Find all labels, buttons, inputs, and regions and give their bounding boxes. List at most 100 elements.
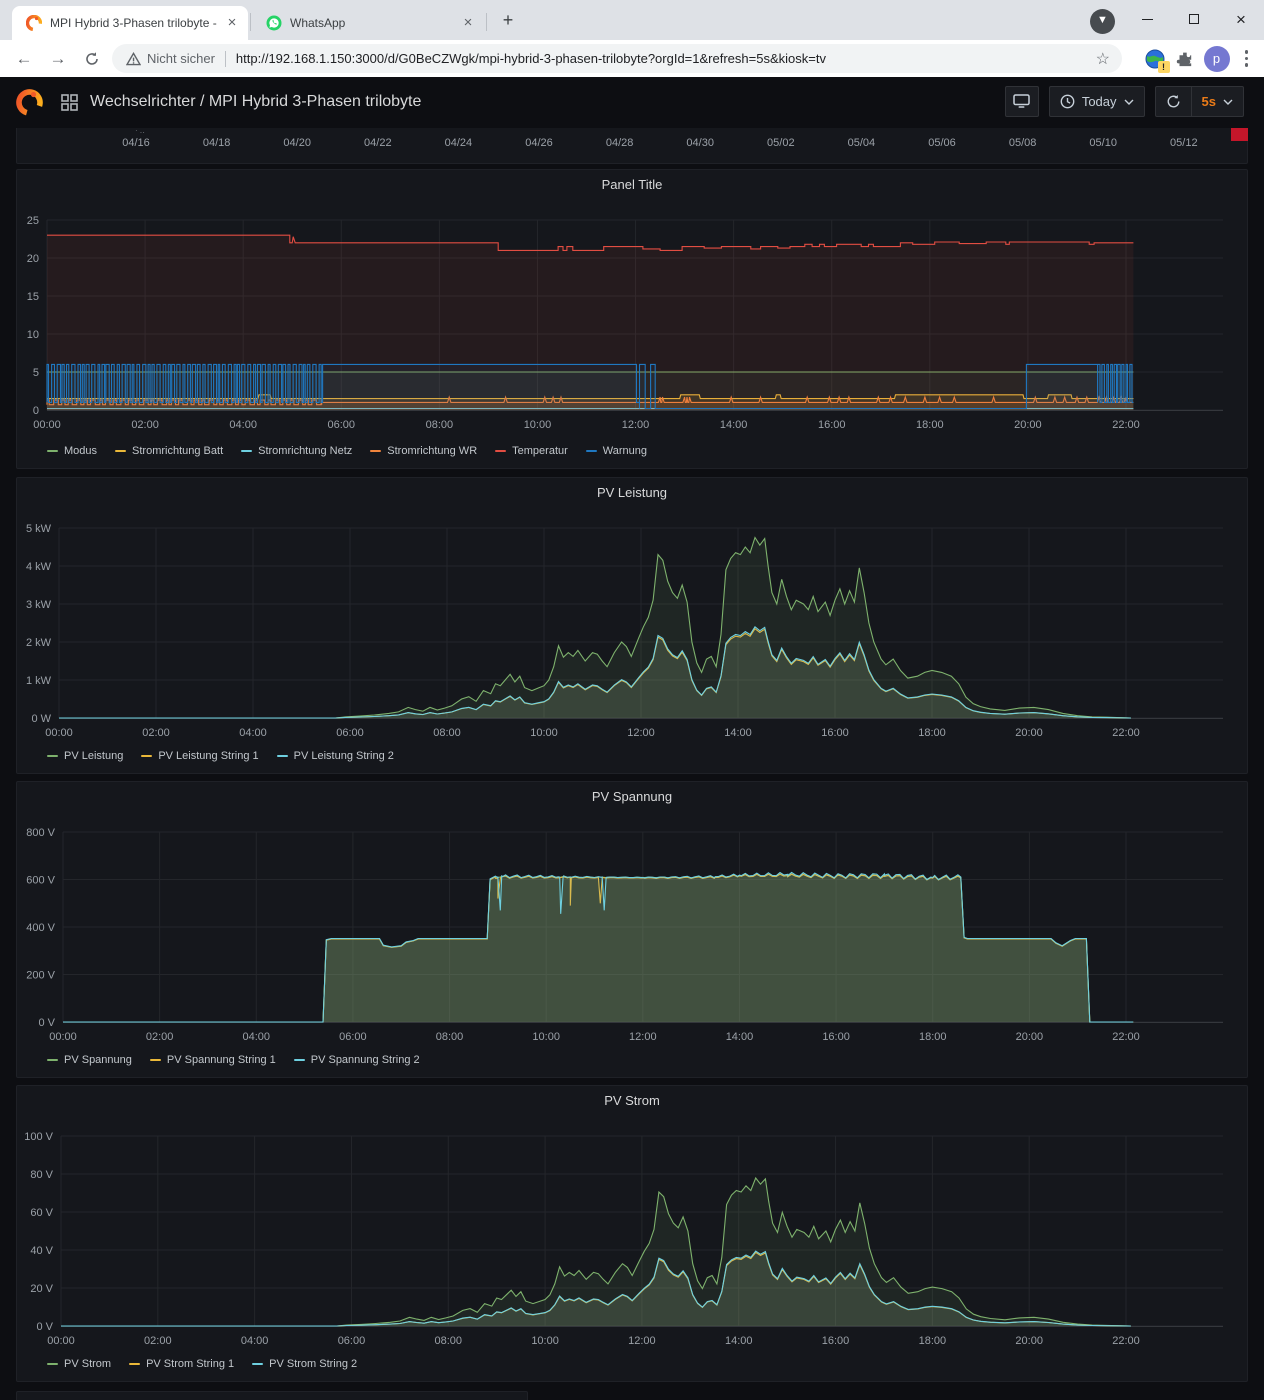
legend-label: Stromrichtung Batt xyxy=(132,445,223,457)
legend-swatch xyxy=(277,755,288,757)
x-axis-tick-label: 18:00 xyxy=(919,1031,947,1043)
partial-panel-below xyxy=(16,1391,528,1400)
tab-grafana[interactable]: MPI Hybrid 3-Phasen trilobyte - C × xyxy=(12,6,248,40)
x-axis-tick-label: 16:00 xyxy=(822,1031,850,1043)
chart-legend: Modus Stromrichtung Batt Stromrichtung Net… xyxy=(47,445,647,457)
tv-kiosk-button[interactable] xyxy=(1005,86,1039,117)
x-axis-tick-label: 06:00 xyxy=(338,1335,366,1347)
legend-swatch xyxy=(47,450,58,452)
new-tab-button[interactable]: + xyxy=(496,9,520,33)
time-series-chart[interactable]: 0 V200 V400 V600 V800 V00:0002:0004:0006… xyxy=(17,782,1247,1077)
panel-pv-leistung: PV Leistung 0 W1 kW2 kW3 kW4 kW5 kW00:00… xyxy=(16,477,1248,774)
dashboard-grid-icon[interactable] xyxy=(61,94,78,111)
x-axis-tick-label: 22:00 xyxy=(1112,727,1140,739)
legend-item-pv-spannung-string-1[interactable]: PV Spannung String 1 xyxy=(150,1054,276,1066)
time-range-picker[interactable]: Today xyxy=(1049,86,1145,117)
legend-item-pv-leistung-string-1[interactable]: PV Leistung String 1 xyxy=(141,750,258,762)
y-axis-tick-label: 1 kW xyxy=(26,675,52,687)
x-axis-tick-label: 22:00 xyxy=(1112,419,1140,431)
legend-item-modus[interactable]: Modus xyxy=(47,445,97,457)
browser-tab-strip: MPI Hybrid 3-Phasen trilobyte - C × What… xyxy=(0,0,1264,40)
y-axis-tick-label: 0 V xyxy=(36,1321,53,1333)
date-tick-label: 05/08 xyxy=(1009,137,1037,149)
refresh-button[interactable] xyxy=(1156,94,1191,109)
window-minimize-button[interactable] xyxy=(1124,0,1170,38)
legend-item-pv-leistung-string-2[interactable]: PV Leistung String 2 xyxy=(277,750,394,762)
refresh-interval-dropdown[interactable]: 5s xyxy=(1192,94,1243,109)
window-close-button[interactable]: × xyxy=(1218,0,1264,38)
date-tick-label: 05/02 xyxy=(767,137,795,149)
legend-label: PV Strom xyxy=(64,1358,111,1370)
x-axis-tick-label: 18:00 xyxy=(919,1335,947,1347)
x-axis-tick-label: 08:00 xyxy=(436,1031,464,1043)
time-series-chart[interactable]: 0 V20 V40 V60 V80 V100 V00:0002:0004:000… xyxy=(17,1086,1247,1381)
site-security-indicator[interactable]: Nicht sicher xyxy=(112,51,225,66)
x-axis-tick-label: 02:00 xyxy=(144,1335,172,1347)
url-bar[interactable]: Nicht sicher http://192.168.1.150:3000/d… xyxy=(112,44,1122,73)
time-series-chart[interactable]: 051015202500:0002:0004:0006:0008:0010:00… xyxy=(17,170,1247,468)
media-controls-button[interactable]: ▼ xyxy=(1090,9,1115,34)
x-axis-tick-label: 14:00 xyxy=(720,419,748,431)
grafana-logo-icon[interactable] xyxy=(16,89,43,116)
y-axis-tick-label: 400 V xyxy=(26,922,55,934)
extension-area: ! p xyxy=(1144,40,1264,77)
legend-item-pv-spannung[interactable]: PV Spannung xyxy=(47,1054,132,1066)
navbar-actions: Today 5s xyxy=(1005,86,1244,117)
legend-label: PV Strom String 2 xyxy=(269,1358,357,1370)
legend-label: PV Leistung String 1 xyxy=(158,750,258,762)
x-axis-tick-label: 08:00 xyxy=(426,419,454,431)
x-axis-tick-label: 20:00 xyxy=(1016,1031,1044,1043)
date-tick-label: 05/04 xyxy=(848,137,876,149)
legend-label: PV Leistung String 2 xyxy=(294,750,394,762)
legend-item-stromrichtung-batt[interactable]: Stromrichtung Batt xyxy=(115,445,223,457)
extensions-puzzle-icon[interactable] xyxy=(1175,49,1195,69)
reload-button[interactable] xyxy=(78,45,106,73)
tab-whatsapp[interactable]: WhatsApp × xyxy=(252,6,484,40)
x-axis-tick-label: 00:00 xyxy=(49,1031,77,1043)
legend-label: Stromrichtung WR xyxy=(387,445,477,457)
extension-globe-icon[interactable]: ! xyxy=(1144,48,1166,70)
bookmark-star-icon[interactable]: ☆ xyxy=(1084,49,1122,69)
legend-item-stromrichtung-netz[interactable]: Stromrichtung Netz xyxy=(241,445,352,457)
x-axis-tick-label: 08:00 xyxy=(435,1335,463,1347)
forward-button[interactable]: → xyxy=(44,45,72,73)
x-axis-tick-label: 14:00 xyxy=(725,1335,753,1347)
y-axis-tick-label: 0 xyxy=(33,405,39,417)
legend-swatch xyxy=(241,450,252,452)
grafana-app: Wechselrichter / MPI Hybrid 3-Phasen tri… xyxy=(0,77,1264,1400)
time-series-chart[interactable]: 0 W1 kW2 kW3 kW4 kW5 kW00:0002:0004:0006… xyxy=(17,478,1247,773)
x-axis-tick-label: 00:00 xyxy=(45,727,73,739)
legend-item-pv-strom-string-1[interactable]: PV Strom String 1 xyxy=(129,1358,234,1370)
dashboard-scroll-area[interactable]: ·‥ 04/1604/1804/2004/2204/2404/2604/2804… xyxy=(0,127,1264,1400)
legend-item-stromrichtung-wr[interactable]: Stromrichtung WR xyxy=(370,445,477,457)
x-axis-tick-label: 06:00 xyxy=(328,419,356,431)
chart-legend: PV Spannung PV Spannung String 1 PV Spannu… xyxy=(47,1054,420,1066)
tab-close-icon[interactable]: × xyxy=(224,15,240,31)
profile-avatar[interactable]: p xyxy=(1204,46,1230,72)
window-maximize-button[interactable] xyxy=(1171,0,1217,38)
x-axis-tick-label: 04:00 xyxy=(241,1335,269,1347)
panel-modus-temperatur: Panel Title 051015202500:0002:0004:0006:… xyxy=(16,169,1248,469)
partial-panel-above: ·‥ 04/1604/1804/2004/2204/2404/2604/2804… xyxy=(16,128,1248,164)
legend-label: PV Spannung String 1 xyxy=(167,1054,276,1066)
x-axis-tick-label: 02:00 xyxy=(142,727,170,739)
legend-item-warnung[interactable]: Warnung xyxy=(586,445,647,457)
x-axis-tick-label: 04:00 xyxy=(239,727,267,739)
browser-menu-button[interactable] xyxy=(1239,46,1255,71)
whatsapp-favicon-icon xyxy=(266,15,282,31)
legend-item-pv-strom-string-2[interactable]: PV Strom String 2 xyxy=(252,1358,357,1370)
legend-label: PV Strom String 1 xyxy=(146,1358,234,1370)
legend-item-pv-strom[interactable]: PV Strom xyxy=(47,1358,111,1370)
chevron-down-icon xyxy=(1124,99,1134,105)
x-axis-tick-label: 16:00 xyxy=(821,727,849,739)
legend-swatch xyxy=(47,1059,58,1061)
tab-close-icon[interactable]: × xyxy=(460,15,476,31)
back-button[interactable]: ← xyxy=(10,45,38,73)
x-axis-tick-label: 08:00 xyxy=(433,727,461,739)
legend-item-pv-leistung[interactable]: PV Leistung xyxy=(47,750,123,762)
legend-item-pv-spannung-string-2[interactable]: PV Spannung String 2 xyxy=(294,1054,420,1066)
x-axis-tick-label: 12:00 xyxy=(622,419,650,431)
legend-item-temperatur[interactable]: Temperatur xyxy=(495,445,568,457)
monitor-icon xyxy=(1013,94,1030,109)
url-text[interactable]: http://192.168.1.150:3000/d/G0BeCZWgk/mp… xyxy=(236,51,1084,66)
